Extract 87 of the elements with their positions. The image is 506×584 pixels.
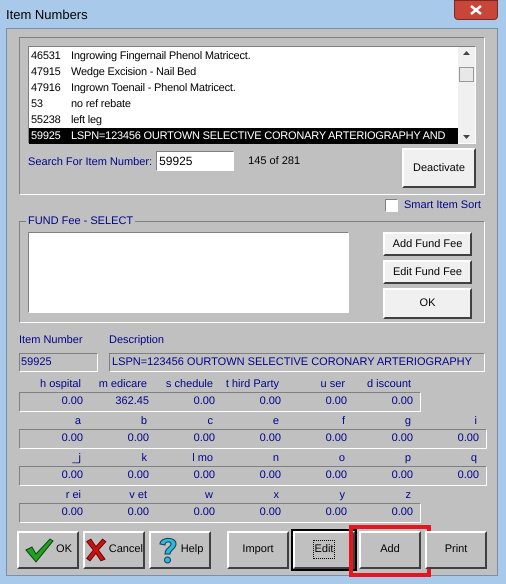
fee-value: 0.00 <box>62 394 83 410</box>
cross-icon <box>85 536 107 564</box>
fee-label: _j <box>72 450 81 466</box>
fee-label: o <box>338 450 345 466</box>
fee-value: 0.00 <box>128 468 149 484</box>
dialog-button[interactable]: Add <box>359 530 421 568</box>
fee-label: n <box>272 450 279 466</box>
fee-value: 0.00 <box>326 468 347 484</box>
fee-label: d iscount <box>366 376 411 392</box>
fee-label: u ser <box>320 376 345 392</box>
fee-label: b <box>140 414 147 428</box>
fee-value: 0.00 <box>260 394 281 410</box>
fee-value: 0.00 <box>458 468 479 484</box>
fee-label: p <box>404 450 411 466</box>
fee-value: 0.00 <box>194 394 215 410</box>
scroll-up-icon[interactable] <box>463 51 470 55</box>
fee-label: a <box>74 414 81 428</box>
fee-label: z <box>406 488 411 502</box>
item-number-field: 59925 <box>19 352 98 372</box>
dialog-button[interactable]: Help <box>149 530 211 568</box>
deactivate-button[interactable]: Deactivate <box>402 148 476 188</box>
fee-label: c <box>208 414 213 428</box>
fee-value: 0.00 <box>194 468 215 484</box>
fee-label: f <box>342 414 345 428</box>
fee-value: 0.00 <box>62 505 83 520</box>
description-label: Description <box>109 333 166 348</box>
checkmark-icon <box>24 536 54 562</box>
fee-label: w <box>205 488 213 502</box>
fee-label: e <box>272 414 279 428</box>
list-row[interactable]: 59925 LSPN=123456 OURTOWN SELECTIVE CORONARY ARTERIOGRAPHY AND <box>29 128 458 144</box>
fee-label: y <box>340 488 345 502</box>
fee-label: x <box>274 488 279 502</box>
fee-label: v et <box>129 488 147 502</box>
fee-value: 0.00 <box>392 394 413 410</box>
scroll-down-icon[interactable] <box>463 134 470 139</box>
fee-value: 0.00 <box>392 468 413 484</box>
fee-label: m edicare <box>98 376 147 392</box>
list-row[interactable]: 46531 Ingrowing Fingernail Phenol Matricect. <box>29 48 458 64</box>
dialog-button[interactable]: OK <box>17 530 79 568</box>
scroll-thumb[interactable] <box>459 67 474 82</box>
fund-fee-button[interactable]: Edit Fund Fee <box>383 260 472 284</box>
fee-label: s chedule <box>166 376 213 392</box>
fund-fee-button[interactable]: OK <box>383 288 472 319</box>
fee-label: g <box>404 414 411 428</box>
fee-value: 0.00 <box>194 431 215 446</box>
fee-value: 0.00 <box>260 505 281 520</box>
fee-label: h ospital <box>40 376 81 392</box>
fee-value: 0.00 <box>62 431 83 446</box>
fee-value: 0.00 <box>326 431 347 446</box>
fund-fee-button[interactable]: Add Fund Fee <box>383 232 472 256</box>
dialog-button[interactable]: Edit <box>293 530 355 568</box>
fee-value: 0.00 <box>458 431 479 446</box>
fee-value: 0.00 <box>392 431 413 446</box>
fee-value: 0.00 <box>392 505 413 520</box>
dialog-button[interactable]: Print <box>425 530 487 568</box>
item-number-label: Item Number <box>19 333 84 348</box>
fee-value: 0.00 <box>128 431 149 446</box>
fee-label: i <box>474 414 477 428</box>
fee-value: 0.00 <box>128 505 149 520</box>
smart-item-sort-label: Smart Item Sort <box>404 198 481 213</box>
result-count: 145 of 281 <box>248 154 300 169</box>
list-row[interactable]: 55238 left leg <box>29 112 458 128</box>
fee-value: 0.00 <box>260 468 281 484</box>
smart-item-sort-checkbox[interactable] <box>384 198 398 212</box>
dialog-button[interactable]: Cancel <box>83 530 145 568</box>
list-row[interactable]: 47916 Ingrown Toenail - Phenol Matricect. <box>29 80 458 96</box>
search-field[interactable]: 59925 <box>156 151 234 171</box>
fee-value: 0.00 <box>260 431 281 446</box>
fee-label: k <box>142 450 147 466</box>
fee-label: q <box>470 450 477 466</box>
fee-label: t hird Party <box>226 376 279 392</box>
fee-label: l mo <box>192 450 213 466</box>
fee-value: 0.00 <box>194 505 215 520</box>
fee-value: 0.00 <box>326 394 347 410</box>
window-title: Item Numbers <box>6 6 88 24</box>
close-icon <box>470 5 482 15</box>
search-label: Search For Item Number: <box>28 155 152 170</box>
fee-value: 0.00 <box>326 505 347 520</box>
close-button[interactable] <box>454 0 498 20</box>
list-row[interactable]: 47915 Wedge Excision - Nail Bed <box>29 64 458 80</box>
description-field: LSPN=123456 OURTOWN SELECTIVE CORONARY ARTERIOGRAPHY <box>109 352 485 372</box>
dialog-button[interactable]: Import <box>227 530 289 568</box>
list-row[interactable]: 53 no ref rebate <box>29 96 458 112</box>
fee-value: 362.45 <box>115 394 149 410</box>
fee-label: r ei <box>66 488 81 502</box>
fee-value: 0.00 <box>62 468 83 484</box>
scrollbar[interactable] <box>458 47 475 143</box>
